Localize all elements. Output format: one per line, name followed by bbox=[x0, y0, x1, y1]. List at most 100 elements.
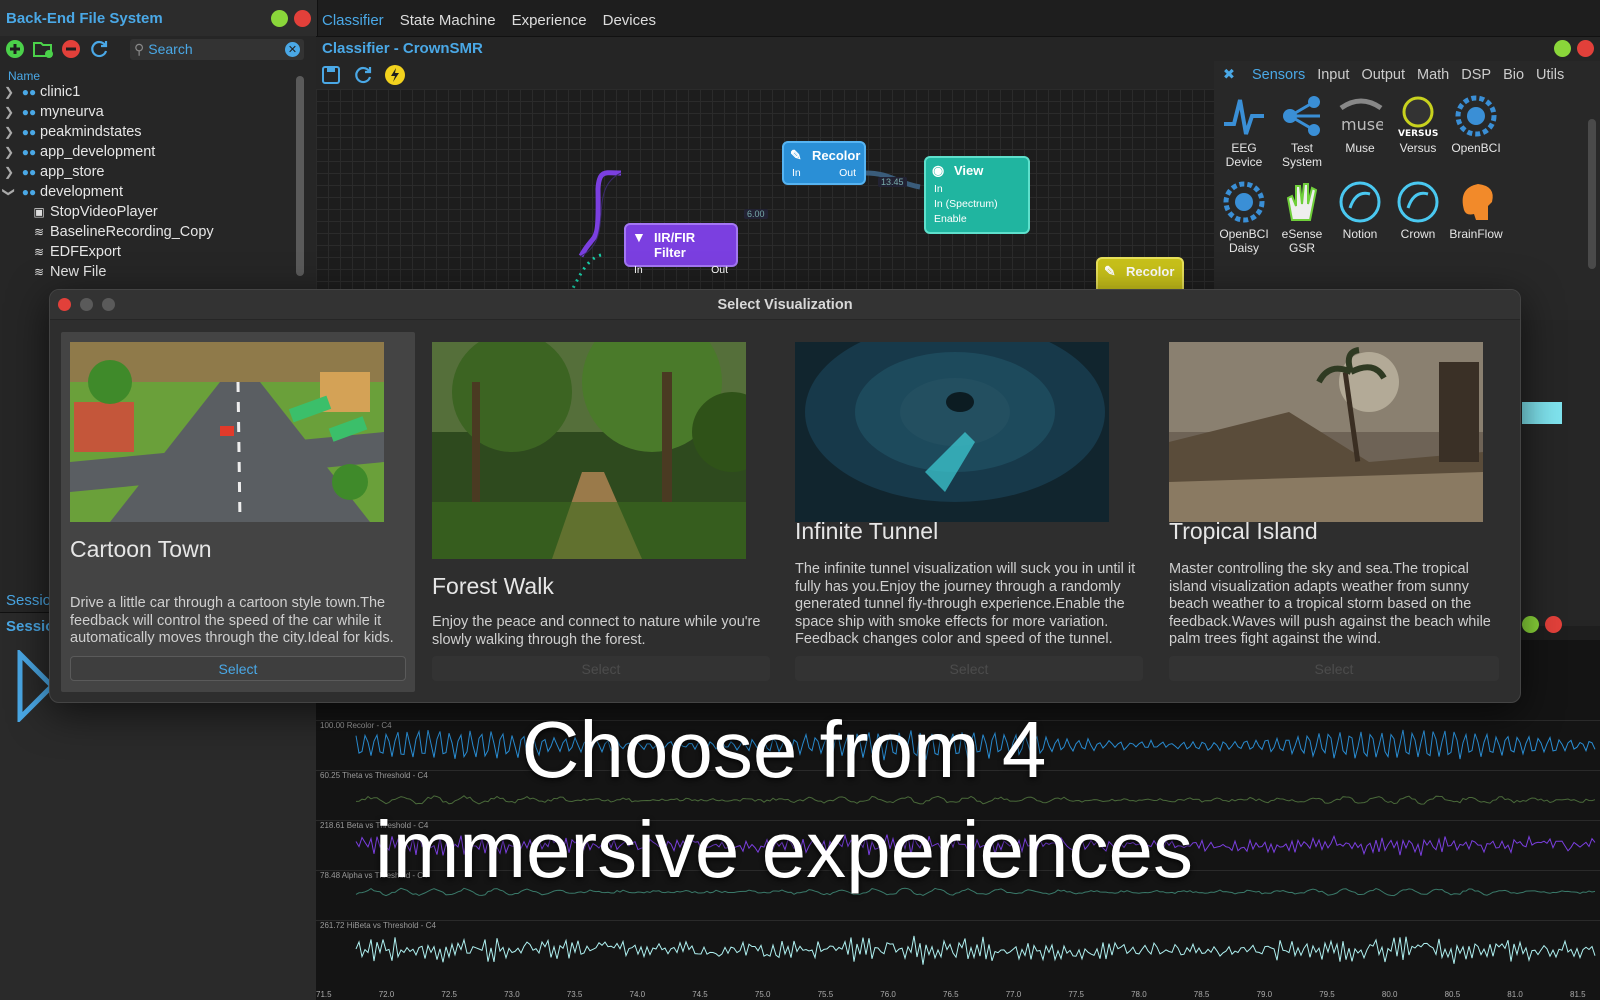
tab-devices[interactable]: Devices bbox=[601, 8, 658, 36]
refresh-icon[interactable] bbox=[88, 38, 110, 60]
waveform-icon: ≋ bbox=[28, 245, 50, 259]
card-description: Enjoy the peace and connect to nature wh… bbox=[432, 614, 772, 649]
session-tab[interactable]: Sessio bbox=[6, 592, 51, 609]
palette-item-eeg-device[interactable]: EEG Device bbox=[1214, 93, 1274, 169]
card-cartoon-town[interactable]: Cartoon Town Drive a little car through … bbox=[61, 332, 415, 692]
tree-item-clinic1[interactable]: ❯ ●● clinic1 bbox=[0, 82, 300, 102]
x-tick-label: 81.5 bbox=[1570, 990, 1586, 999]
palette-tab-output[interactable]: Output bbox=[1361, 67, 1405, 83]
palette-item-esense-gsr[interactable]: eSense GSR bbox=[1272, 179, 1332, 255]
group-icon: ●● bbox=[18, 85, 40, 99]
palette-item-openbci-daisy[interactable]: OpenBCI Daisy bbox=[1214, 179, 1274, 255]
select-button[interactable]: Select bbox=[795, 656, 1143, 681]
x-tick-label: 72.0 bbox=[379, 990, 395, 999]
palette-item-label: Muse bbox=[1345, 141, 1374, 155]
tree-item-peakmindstates[interactable]: ❯ ●● peakmindstates bbox=[0, 122, 300, 142]
select-button[interactable]: Select bbox=[70, 656, 406, 681]
dialog-title: Select Visualization bbox=[717, 297, 852, 313]
plot-band: 261.72 HiBeta vs Threshold - C4 bbox=[316, 920, 1600, 988]
close-button[interactable] bbox=[294, 10, 311, 27]
session-window-controls bbox=[1522, 616, 1562, 633]
tree-item-app-development[interactable]: ❯ ●● app_development bbox=[0, 142, 300, 162]
palette-item-brainflow[interactable]: BrainFlow bbox=[1446, 179, 1506, 241]
x-tick-label: 75.0 bbox=[755, 990, 771, 999]
card-infinite-tunnel[interactable]: Infinite Tunnel The infinite tunnel visu… bbox=[795, 332, 1145, 692]
palette-tab-bio[interactable]: Bio bbox=[1503, 67, 1524, 83]
search-input[interactable]: ⚲ Search ✕ bbox=[130, 39, 304, 60]
caption-line-2: immersive experiences bbox=[0, 800, 1568, 900]
iir-fir-filter-node[interactable]: ▼ IIR/FIR Filter In Out bbox=[624, 223, 738, 267]
tab-experience[interactable]: Experience bbox=[510, 8, 589, 36]
palette-tab-dsp[interactable]: DSP bbox=[1461, 67, 1491, 83]
close-button[interactable] bbox=[1545, 616, 1562, 633]
collapse-arrow-icon[interactable]: ❯ bbox=[2, 183, 16, 201]
tree-scrollbar[interactable] bbox=[296, 58, 306, 278]
tree-item-app-store[interactable]: ❯ ●● app_store bbox=[0, 162, 300, 182]
tab-state-machine[interactable]: State Machine bbox=[398, 8, 498, 36]
forest-walk-thumbnail bbox=[432, 342, 746, 559]
view-node[interactable]: ◉ View In In (Spectrum) Enable bbox=[924, 156, 1030, 234]
dialog-minimize-button[interactable] bbox=[80, 298, 93, 311]
port-in[interactable]: In bbox=[792, 167, 801, 179]
port-in[interactable]: In bbox=[634, 264, 643, 276]
tree-item-development[interactable]: ❯ ●● development bbox=[0, 182, 300, 202]
tree-item-baselinerecording-copy[interactable]: ≋ BaselineRecording_Copy bbox=[0, 222, 300, 242]
tree-item-new-file[interactable]: ≋ New File bbox=[0, 262, 300, 282]
port-in[interactable]: In bbox=[934, 182, 1020, 197]
remove-icon[interactable] bbox=[60, 38, 82, 60]
tree-item-stopvideoplayer[interactable]: ▣ StopVideoPlayer bbox=[0, 202, 300, 222]
palette-tab-input[interactable]: Input bbox=[1317, 67, 1349, 83]
brush-icon: ✎ bbox=[790, 147, 802, 164]
palette-tab-math[interactable]: Math bbox=[1417, 67, 1449, 83]
select-button[interactable]: Select bbox=[1169, 656, 1499, 681]
expand-arrow-icon[interactable]: ❯ bbox=[0, 85, 18, 99]
dialog-zoom-button[interactable] bbox=[102, 298, 115, 311]
clear-search-icon[interactable]: ✕ bbox=[285, 42, 300, 57]
palette-item-openbci[interactable]: OpenBCI bbox=[1446, 93, 1506, 155]
card-title: Forest Walk bbox=[432, 573, 554, 600]
reload-icon[interactable] bbox=[352, 64, 374, 86]
expand-arrow-icon[interactable]: ❯ bbox=[0, 125, 18, 139]
wrench-icon[interactable]: ✖ bbox=[1218, 64, 1240, 86]
x-tick-label: 75.5 bbox=[818, 990, 834, 999]
select-button[interactable]: Select bbox=[432, 656, 770, 681]
maximize-button[interactable] bbox=[1522, 616, 1539, 633]
palette-scrollbar[interactable] bbox=[1588, 119, 1596, 269]
session-tab-active[interactable]: Sessio bbox=[6, 618, 54, 635]
port-in-spectrum[interactable]: In (Spectrum) bbox=[934, 197, 1020, 212]
save-icon[interactable] bbox=[320, 64, 342, 86]
palette-item-muse[interactable]: muse Muse bbox=[1330, 93, 1390, 155]
expand-arrow-icon[interactable]: ❯ bbox=[0, 145, 18, 159]
palette-tab-utils[interactable]: Utils bbox=[1536, 67, 1564, 83]
plot-label: 261.72 HiBeta vs Threshold - C4 bbox=[320, 921, 436, 930]
port-out[interactable]: Out bbox=[711, 264, 728, 276]
dialog-close-button[interactable] bbox=[58, 298, 71, 311]
palette-tab-sensors[interactable]: Sensors bbox=[1252, 67, 1305, 83]
lightning-icon[interactable] bbox=[384, 64, 406, 86]
tab-classifier[interactable]: Classifier bbox=[320, 8, 386, 36]
maximize-button[interactable] bbox=[271, 10, 288, 27]
palette-item-notion[interactable]: Notion bbox=[1330, 179, 1390, 241]
new-folder-icon[interactable] bbox=[32, 38, 54, 60]
recolor-node[interactable]: ✎ Recolor In Out bbox=[782, 141, 866, 185]
card-forest-walk[interactable]: Forest Walk Enjoy the peace and connect … bbox=[432, 332, 772, 692]
port-enable[interactable]: Enable bbox=[934, 212, 1020, 227]
port-out[interactable]: Out bbox=[839, 167, 856, 179]
notion-icon bbox=[1337, 179, 1383, 225]
expand-arrow-icon[interactable]: ❯ bbox=[0, 105, 18, 119]
tree-item-label: BaselineRecording_Copy bbox=[50, 224, 214, 240]
palette-item-versus[interactable]: VERSUS Versus bbox=[1388, 93, 1448, 155]
value-badge: 13.45 bbox=[878, 177, 907, 187]
add-icon[interactable] bbox=[4, 38, 26, 60]
palette-item-test-system[interactable]: Test System bbox=[1272, 93, 1332, 169]
tree-scroll-thumb[interactable] bbox=[296, 76, 304, 276]
card-title: Tropical Island bbox=[1169, 518, 1318, 545]
openbci-daisy-icon bbox=[1221, 179, 1267, 225]
tree-item-myneurva[interactable]: ❯ ●● myneurva bbox=[0, 102, 300, 122]
maximize-button[interactable] bbox=[1554, 40, 1571, 57]
close-button[interactable] bbox=[1577, 40, 1594, 57]
expand-arrow-icon[interactable]: ❯ bbox=[0, 165, 18, 179]
card-tropical-island[interactable]: Tropical Island Master controlling the s… bbox=[1169, 332, 1503, 692]
tree-item-edfexport[interactable]: ≋ EDFExport bbox=[0, 242, 300, 262]
palette-item-crown[interactable]: Crown bbox=[1388, 179, 1448, 241]
